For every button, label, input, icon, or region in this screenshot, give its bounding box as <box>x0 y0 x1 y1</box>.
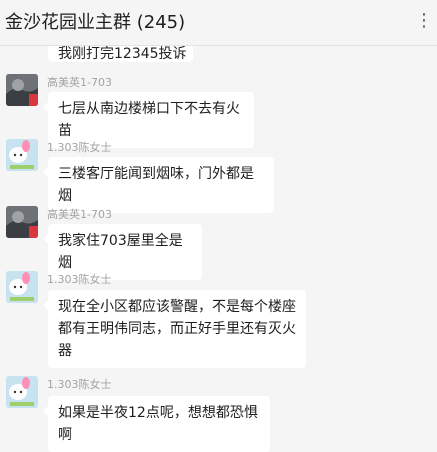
sender-name: 1.303陈女士 <box>47 378 112 391</box>
avatar-cartoon-icon <box>6 139 38 171</box>
avatar[interactable] <box>6 74 38 106</box>
chat-header: 金沙花园业主群 (245) ⋮ <box>0 0 437 46</box>
message-text: 三楼客厅能闻到烟味，门外都是烟 <box>58 166 254 204</box>
message-bubble[interactable]: 现在全小区都应该警醒，不是每个楼座都有王明伟同志，而正好手里还有灭火器 <box>43 290 306 368</box>
sender-name: 1.303陈女士 <box>47 273 112 286</box>
message-text: 如果是半夜12点呢，想想都恐惧啊 <box>58 405 258 443</box>
avatar-photo-icon <box>6 74 38 106</box>
message-text: 我家住703屋里全是烟 <box>58 233 183 271</box>
avatar-cartoon-icon <box>6 376 38 408</box>
sender-name: 高美英1-703 <box>47 76 112 89</box>
sender-name: 高美英1-703 <box>47 208 112 221</box>
avatar-cartoon-icon <box>6 271 38 303</box>
avatar[interactable] <box>6 271 38 303</box>
more-options-button[interactable]: ⋮ <box>415 10 433 32</box>
message-bubble[interactable]: 如果是半夜12点呢，想想都恐惧啊 <box>43 396 270 452</box>
ellipsis-icon: ⋮ <box>415 10 433 31</box>
avatar-photo-icon <box>6 206 38 238</box>
message-bubble[interactable]: 三楼客厅能闻到烟味，门外都是烟 <box>43 157 274 213</box>
sender-name: 1.303陈女士 <box>47 141 112 154</box>
avatar[interactable] <box>6 139 38 171</box>
avatar[interactable] <box>6 206 38 238</box>
avatar[interactable] <box>6 376 38 408</box>
message-text: 现在全小区都应该警醒，不是每个楼座都有王明伟同志，而正好手里还有灭火器 <box>58 299 296 359</box>
chat-title: 金沙花园业主群 (245) <box>5 12 186 33</box>
message-text: 七层从南边楼梯口下不去有火苗 <box>58 101 240 139</box>
message-text: 我刚打完12345投诉 <box>58 46 187 62</box>
